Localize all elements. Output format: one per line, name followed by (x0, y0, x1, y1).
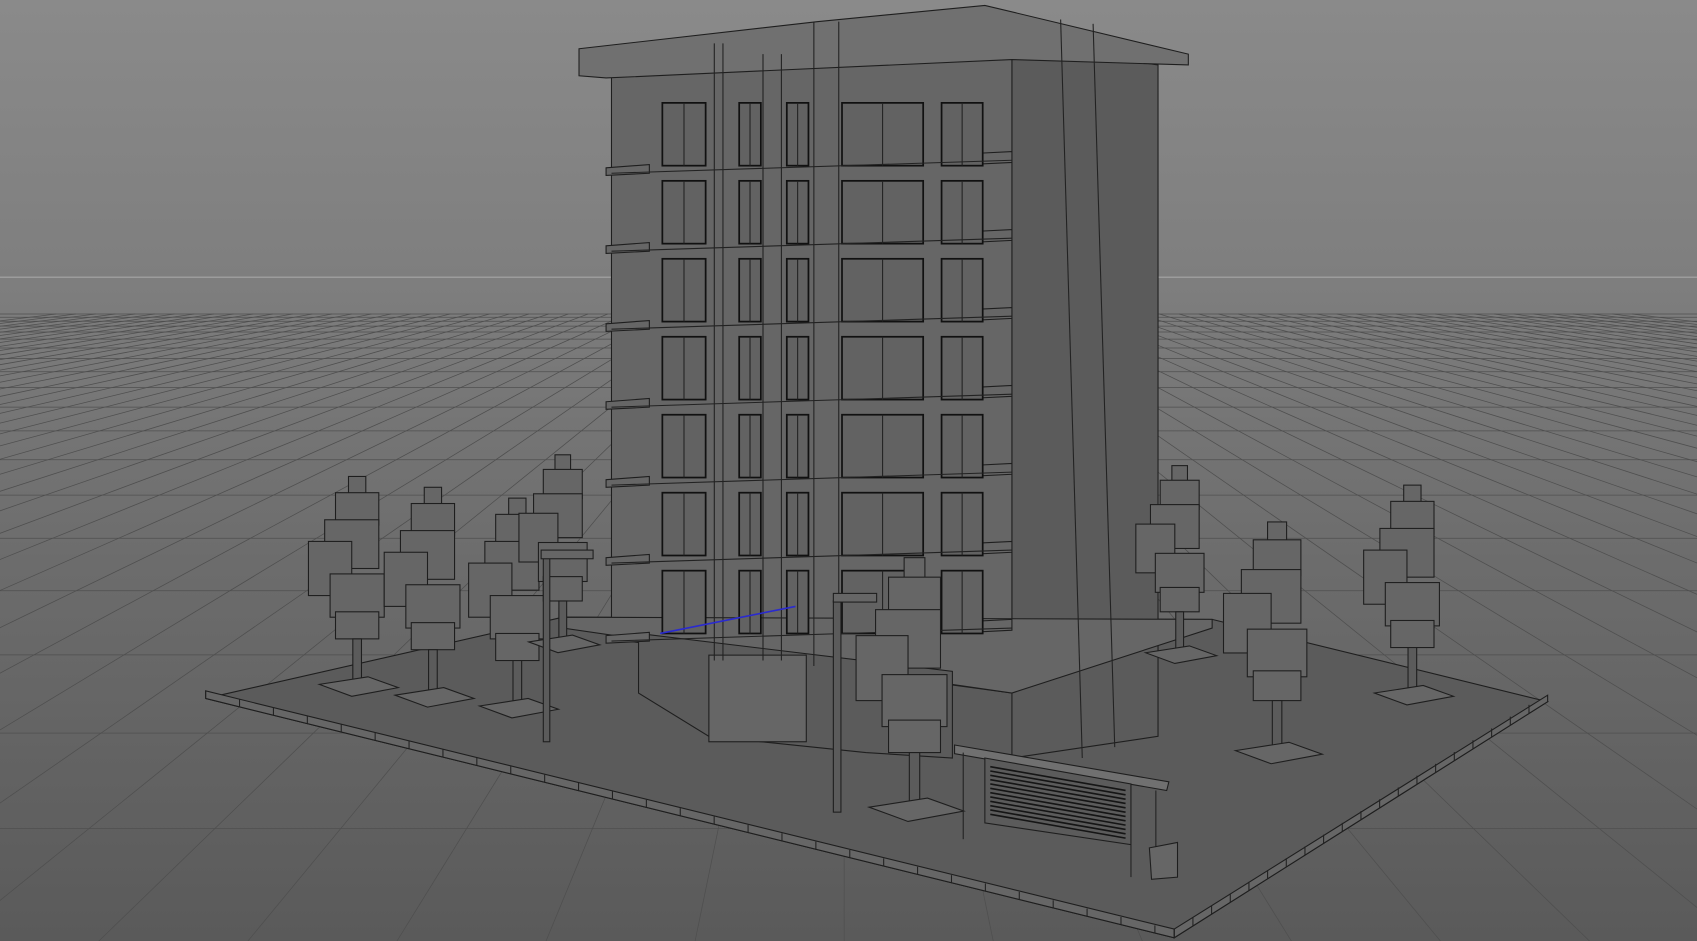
grid-line (0, 313, 116, 330)
grid-line (0, 313, 274, 361)
grid-line (0, 313, 372, 390)
scene-canvas[interactable] (0, 0, 1697, 941)
grid-line (1316, 313, 1697, 392)
tree-canopy-block (1384, 582, 1440, 627)
trash-bin[interactable] (1148, 841, 1179, 880)
tree-canopy-block (1246, 628, 1308, 678)
tree-canopy-block (410, 622, 456, 651)
tree-canopy-block (881, 674, 948, 728)
tree-canopy-block (1159, 586, 1200, 613)
grid-line (0, 313, 352, 383)
tree-canopy-block (888, 719, 942, 754)
grid-line (0, 313, 214, 347)
grid-line (0, 313, 254, 356)
tree-canopy-block (329, 573, 385, 618)
grid-line (1297, 313, 1697, 399)
grid-line (0, 313, 57, 322)
grid-line (0, 313, 333, 377)
grid-line (0, 313, 234, 351)
grid-line (1435, 313, 1697, 357)
grid-line (0, 313, 471, 435)
grid-line (0, 313, 136, 333)
grid-line (0, 313, 451, 424)
grid-line (0, 313, 96, 327)
tree-canopy-block (1252, 670, 1302, 702)
grid-line (1415, 313, 1697, 362)
tree-canopy-block (405, 584, 461, 629)
grid-line (0, 313, 195, 343)
grid-line (1277, 313, 1697, 407)
grid-line (1454, 313, 1697, 353)
grid-line (1257, 313, 1697, 416)
grid-line (0, 313, 175, 340)
3d-viewport[interactable] (0, 0, 1697, 941)
grid-line (1395, 313, 1697, 367)
tree-canopy-block (1154, 552, 1205, 593)
grid-line (1533, 313, 1697, 338)
grid-line (0, 313, 77, 324)
tree-canopy-block (1390, 619, 1435, 649)
grid-line (0, 313, 313, 371)
grid-line (1572, 313, 1697, 331)
tree-canopy-block (334, 611, 380, 640)
grid-line (0, 313, 549, 492)
grid-line (1513, 313, 1697, 341)
tree-canopy-block (495, 632, 540, 662)
grid-line (0, 313, 293, 366)
tree-canopy-block (489, 595, 545, 640)
grid-line (1592, 313, 1697, 328)
